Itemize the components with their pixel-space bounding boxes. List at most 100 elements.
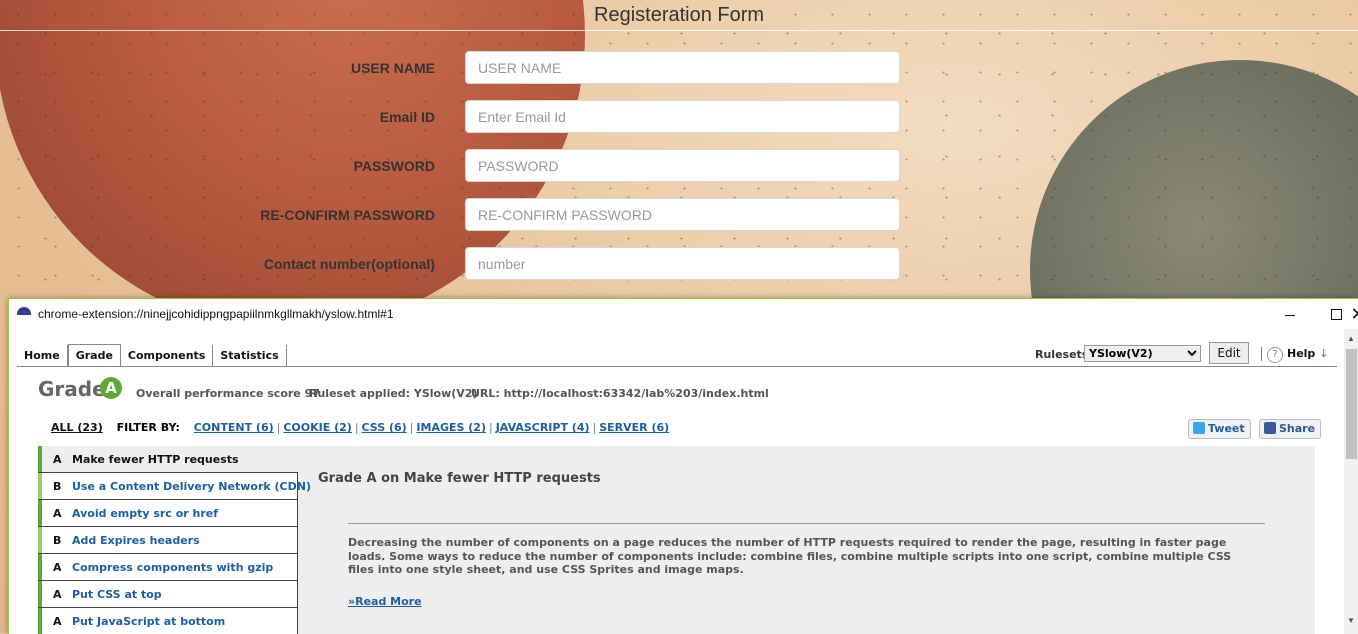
detail-description: Decreasing the number of components on a… <box>348 536 1232 576</box>
facebook-icon <box>1264 422 1276 434</box>
close-icon: ✕ <box>1350 304 1358 324</box>
filter-by-label: FILTER BY: <box>116 421 180 434</box>
password-row: PASSWORD <box>0 149 1358 183</box>
grade-title: Grade <box>38 377 106 401</box>
rule-grade: A <box>53 507 62 520</box>
rule-name: Compress components with gzip <box>72 561 274 574</box>
rule-item-make-fewer-http-requests[interactable]: A Make fewer HTTP requests <box>38 446 298 473</box>
rule-name: Put JavaScript at bottom <box>72 615 226 628</box>
rule-grade: A <box>53 588 62 601</box>
rulesets-label: Rulesets <box>1035 348 1089 361</box>
filter-all-link[interactable]: ALL (23) <box>51 421 103 434</box>
filter-server-link[interactable]: SERVER (6) <box>599 421 669 434</box>
filter-separator: | <box>488 421 493 434</box>
grade-badge: A <box>100 377 122 399</box>
rule-item-use-cdn[interactable]: B Use a Content Delivery Network (CDN) <box>38 473 311 500</box>
filter-separator: | <box>276 421 281 434</box>
email-label: Email ID <box>379 109 435 125</box>
rule-item-compress-gzip[interactable]: A Compress components with gzip <box>38 554 298 581</box>
share-button[interactable]: Share <box>1259 419 1322 439</box>
overall-score: Overall performance score 97 <box>136 387 320 400</box>
scrollbar-thumb[interactable] <box>1346 349 1357 459</box>
rule-item-css-at-top[interactable]: A Put CSS at top <box>38 581 298 608</box>
grade-bar <box>38 500 42 526</box>
grade-bar <box>38 527 42 553</box>
minimize-button[interactable] <box>1267 299 1313 329</box>
grade-bar <box>38 446 42 472</box>
filter-css-link[interactable]: CSS (6) <box>362 421 407 434</box>
form-header: Registeration Form <box>0 0 1358 31</box>
help-icon: ? <box>1267 347 1283 363</box>
tab-divider <box>17 366 1337 367</box>
form-title: Registeration Form <box>594 4 765 26</box>
ruleset-select[interactable]: YSlow(V2) <box>1084 345 1201 362</box>
rule-grade: A <box>53 453 62 466</box>
help-label: Help <box>1287 347 1316 360</box>
share-label: Share <box>1279 422 1316 435</box>
yslow-popup-window: chrome-extension://ninejjcohidippngpapii… <box>8 298 1358 634</box>
filter-separator: | <box>409 421 414 434</box>
ruleset-applied: Ruleset applied: YSlow(V2) <box>309 387 478 400</box>
username-input[interactable] <box>465 51 900 84</box>
grade-bar <box>38 554 42 580</box>
filter-separator: | <box>354 421 359 434</box>
filter-images-link[interactable]: IMAGES (2) <box>416 421 486 434</box>
grade-bar <box>38 473 42 499</box>
tab-components[interactable]: Components <box>121 345 214 366</box>
edit-button[interactable]: Edit <box>1209 342 1249 364</box>
rule-grade: A <box>53 561 62 574</box>
password-label: PASSWORD <box>353 158 435 174</box>
rule-grade: B <box>53 480 62 493</box>
grade-bar <box>38 608 42 634</box>
rule-name: Add Expires headers <box>72 534 200 547</box>
rule-name: Put CSS at top <box>72 588 162 601</box>
read-more-link[interactable]: »Read More <box>348 595 422 608</box>
tab-bar: Home Grade Components Statistics <box>17 344 287 367</box>
reconfirm-password-input[interactable] <box>465 198 900 231</box>
username-label: USER NAME <box>350 60 435 76</box>
rule-item-avoid-empty-src[interactable]: A Avoid empty src or href <box>38 500 298 527</box>
rules-list: A Make fewer HTTP requests B Use a Conte… <box>38 446 311 634</box>
detail-title: Grade A on Make fewer HTTP requests <box>318 471 601 486</box>
contact-row: Contact number(optional) <box>0 247 1358 281</box>
help-arrow-icon: ↓ <box>1319 347 1329 360</box>
rule-name: Avoid empty src or href <box>72 507 219 520</box>
vertical-scrollbar[interactable]: ▲ ▼ <box>1344 329 1358 634</box>
email-input[interactable] <box>465 100 900 133</box>
reconfirm-password-row: RE-CONFIRM PASSWORD <box>0 198 1358 232</box>
scroll-down-icon[interactable]: ▼ <box>1347 616 1355 625</box>
filter-content-link[interactable]: CONTENT (6) <box>194 421 274 434</box>
contact-input[interactable] <box>465 247 900 280</box>
contact-label: Contact number(optional) <box>263 256 435 272</box>
tweet-label: Tweet <box>1208 422 1245 435</box>
window-url: chrome-extension://ninejjcohidippngpapii… <box>38 307 394 321</box>
rule-item-add-expires-headers[interactable]: B Add Expires headers <box>38 527 298 554</box>
filter-separator: | <box>592 421 597 434</box>
filter-cookie-link[interactable]: COOKIE (2) <box>283 421 351 434</box>
rule-grade: A <box>53 615 62 628</box>
filter-bar: ALL (23) FILTER BY: CONTENT (6) | COOKIE (… <box>51 421 669 434</box>
tab-home[interactable]: Home <box>17 345 68 366</box>
rule-item-js-at-bottom[interactable]: A Put JavaScript at bottom <box>38 608 298 634</box>
rule-name: Make fewer HTTP requests <box>72 453 239 466</box>
reconfirm-password-label: RE-CONFIRM PASSWORD <box>260 207 435 223</box>
minimize-icon <box>1285 314 1295 316</box>
grade-bar <box>38 581 42 607</box>
close-button[interactable]: ✕ <box>1335 299 1358 329</box>
help-link[interactable]: ? Help ↓ <box>1261 347 1329 363</box>
filter-javascript-link[interactable]: JAVASCRIPT (4) <box>496 421 590 434</box>
yslow-content: Home Grade Components Statistics Ruleset… <box>9 329 1344 634</box>
tab-grade[interactable]: Grade <box>67 344 121 367</box>
help-separator <box>1261 347 1262 361</box>
email-row: Email ID <box>0 100 1358 134</box>
tweet-button[interactable]: Tweet <box>1188 419 1251 439</box>
detail-divider <box>348 523 1265 524</box>
yslow-app-icon <box>17 307 31 315</box>
tab-statistics[interactable]: Statistics <box>213 345 287 366</box>
scroll-up-icon[interactable]: ▲ <box>1347 334 1355 343</box>
window-titlebar: chrome-extension://ninejjcohidippngpapii… <box>9 299 1358 329</box>
twitter-bird-icon <box>1193 422 1205 434</box>
username-row: USER NAME <box>0 51 1358 85</box>
analyzed-url: URL: http://localhost:63342/lab%203/inde… <box>471 387 769 400</box>
password-input[interactable] <box>465 149 900 182</box>
